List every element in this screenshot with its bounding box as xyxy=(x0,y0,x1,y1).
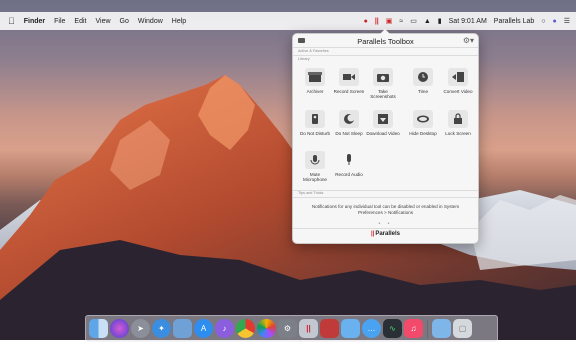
tip-pager[interactable]: • • xyxy=(293,221,478,227)
tool-label: Record Screen xyxy=(333,89,365,94)
user-name[interactable]: Parallels Lab xyxy=(494,18,534,25)
tool-label: Download Video xyxy=(366,131,400,136)
app-store-icon[interactable]: A xyxy=(194,319,213,338)
menu-finder[interactable]: Finder xyxy=(24,18,45,25)
divider xyxy=(293,47,478,48)
messages-icon[interactable]: … xyxy=(362,319,381,338)
tool-label: Archiver xyxy=(306,89,324,94)
menu-view[interactable]: View xyxy=(95,18,110,25)
mountain-wallpaper xyxy=(0,75,576,340)
folder-icon[interactable] xyxy=(341,319,360,338)
siri-icon[interactable] xyxy=(110,319,129,338)
wifi-icon[interactable]: ≈ xyxy=(399,18,403,25)
toolbox-status-icon[interactable]: ▣ xyxy=(386,17,393,25)
section-tips: Tips and Tricks xyxy=(298,191,324,195)
divider xyxy=(293,55,478,56)
tool-archiver[interactable]: Archiver xyxy=(298,68,332,94)
parallels-toolbox-popover: Parallels Toolbox ⚙▾ Active & Favorites … xyxy=(292,33,479,244)
tool-label: Do Not Sleep xyxy=(335,131,363,136)
menu-edit[interactable]: Edit xyxy=(74,18,86,25)
tool-convert-video[interactable]: Convert Video xyxy=(441,68,475,94)
do-not-sleep-icon xyxy=(339,110,359,128)
apple-menu-icon[interactable]:  xyxy=(8,16,15,26)
popover-caret xyxy=(380,29,390,34)
divider xyxy=(293,197,478,198)
tool-hide-desktop[interactable]: Hide Desktop xyxy=(406,110,440,136)
desktop xyxy=(0,0,576,340)
notification-center-icon[interactable]: ☰ xyxy=(564,17,570,25)
gear-icon[interactable]: ⚙▾ xyxy=(463,36,474,45)
tool-record-audio[interactable]: Record Audio xyxy=(332,151,366,177)
video-camera-icon xyxy=(339,68,359,86)
tool-label: Time xyxy=(417,89,429,94)
status-menu-icon[interactable]: ● xyxy=(364,18,368,25)
downloads-folder-icon[interactable] xyxy=(432,319,451,338)
tool-label: Take Screenshots xyxy=(370,89,396,100)
parallels-logo: ||Parallels xyxy=(293,231,478,237)
tool-lock-screen[interactable]: Lock Screen xyxy=(441,110,475,136)
lock-icon xyxy=(448,110,468,128)
hide-desktop-icon xyxy=(413,110,433,128)
photos-icon[interactable] xyxy=(257,319,276,338)
spotlight-icon[interactable]: ○ xyxy=(541,18,545,25)
screenshot-icon[interactable] xyxy=(320,319,339,338)
photos-preview-icon[interactable] xyxy=(173,319,192,338)
tool-label: Convert Video xyxy=(443,89,473,94)
bottom-strip xyxy=(0,340,576,360)
parallels-toolbox-icon[interactable]: || xyxy=(299,319,318,338)
tool-time[interactable]: Time xyxy=(406,68,440,94)
toolbox-title: Parallels Toolbox xyxy=(357,37,414,46)
mute-microphone-icon xyxy=(305,151,325,169)
parallels-logo-text: Parallels xyxy=(375,231,401,237)
clock[interactable]: Sat 9:01 AM xyxy=(449,18,487,25)
menu-bar:  Finder File Edit View Go Window Help ●… xyxy=(0,12,576,30)
tool-do-not-disturb[interactable]: Do Not Disturb xyxy=(298,110,332,136)
menu-file[interactable]: File xyxy=(54,18,65,25)
tool-label: Hide Desktop xyxy=(409,131,437,136)
tool-take-screenshots[interactable]: Take Screenshots xyxy=(366,68,400,99)
menu-help[interactable]: Help xyxy=(172,18,186,25)
clock-icon xyxy=(413,68,433,86)
activity-monitor-icon[interactable]: ∿ xyxy=(383,319,402,338)
convert-video-icon xyxy=(448,68,468,86)
itunes-circle-icon[interactable]: ♪ xyxy=(215,319,234,338)
divider xyxy=(293,228,478,229)
section-library: Library xyxy=(298,57,310,61)
music-icon[interactable]: ♫ xyxy=(404,319,423,338)
safari-icon[interactable]: ✦ xyxy=(152,319,171,338)
tool-label: Do Not Disturb xyxy=(299,131,331,136)
volume-icon[interactable]: ▲ xyxy=(424,18,431,25)
section-favorites: Active & Favorites xyxy=(298,49,329,53)
menu-window[interactable]: Window xyxy=(138,18,163,25)
tool-label: Mute Microphone xyxy=(302,172,327,183)
battery-icon[interactable]: ▮ xyxy=(438,17,442,25)
parallels-logo-bars: || xyxy=(370,231,375,237)
trash-icon[interactable]: ▢ xyxy=(453,319,472,338)
tool-label: Record Audio xyxy=(335,172,363,177)
system-preferences-icon[interactable]: ⚙ xyxy=(278,319,297,338)
tool-label: Lock Screen xyxy=(445,131,471,136)
dock-separator xyxy=(427,319,428,338)
tool-record-screen[interactable]: Record Screen xyxy=(332,68,366,94)
menu-go[interactable]: Go xyxy=(120,18,129,25)
do-not-disturb-icon xyxy=(305,110,325,128)
tool-mute-microphone[interactable]: Mute Microphone xyxy=(298,151,332,182)
tool-do-not-sleep[interactable]: Do Not Sleep xyxy=(332,110,366,136)
chrome-icon[interactable] xyxy=(236,319,255,338)
siri-menu-icon[interactable]: ● xyxy=(552,18,556,25)
tool-download-video[interactable]: Download Video xyxy=(366,110,400,136)
launchpad-icon[interactable]: ➤ xyxy=(131,319,150,338)
finder-icon[interactable] xyxy=(89,319,108,338)
download-video-icon xyxy=(373,110,393,128)
dock: ➤ ✦ A ♪ ⚙ || … ∿ ♫ ▢ xyxy=(85,315,498,342)
microphone-icon xyxy=(339,151,359,169)
airplay-icon[interactable]: ▭ xyxy=(410,17,417,25)
camera-icon xyxy=(373,68,393,86)
tip-text: Notifications for any individual tool ca… xyxy=(311,204,460,215)
parallels-status-icon[interactable]: || xyxy=(375,18,379,25)
toolbox-header: Parallels Toolbox ⚙▾ xyxy=(293,34,478,48)
archive-icon xyxy=(305,68,325,86)
